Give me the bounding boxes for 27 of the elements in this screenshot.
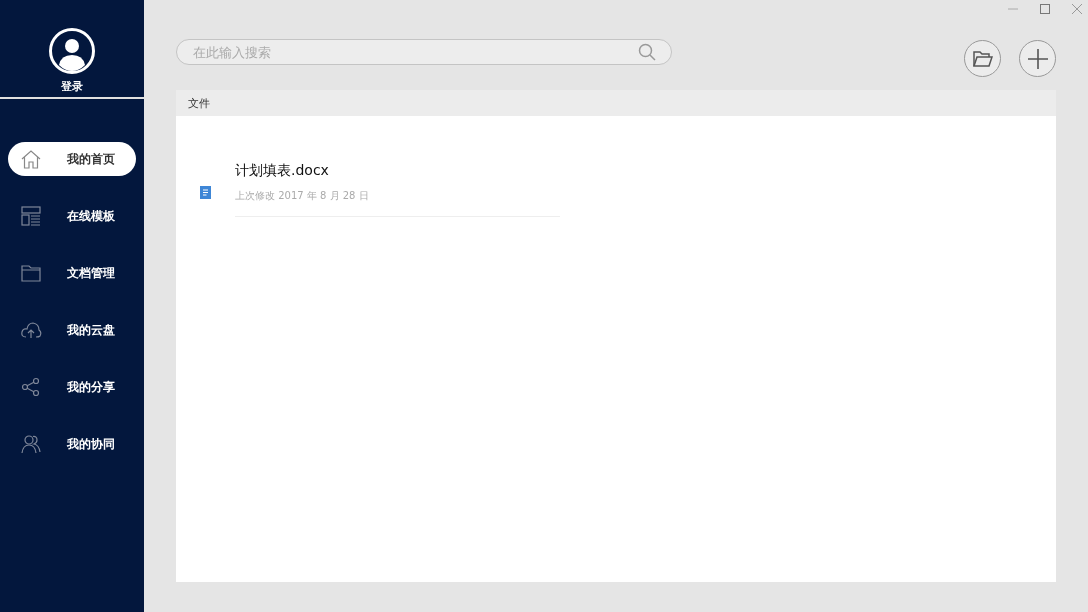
file-name: 计划填表.docx — [235, 162, 330, 180]
folder-icon — [972, 49, 993, 68]
users-icon — [20, 433, 42, 455]
share-icon — [20, 376, 42, 398]
home-icon — [20, 148, 42, 170]
login-link[interactable]: 登录 — [61, 79, 83, 94]
file-item[interactable]: 计划填表.docx 上次修改 2017 年 8 月 28 日 — [200, 162, 560, 217]
nav-item[interactable]: 我的首页 — [8, 142, 136, 176]
document-icon — [200, 186, 211, 199]
search-icon — [638, 43, 656, 61]
open-folder-button[interactable] — [964, 40, 1001, 77]
add-button[interactable] — [1019, 40, 1056, 77]
file-modified-date: 上次修改 2017 年 8 月 28 日 — [235, 189, 370, 203]
nav-item[interactable]: 在线模板 — [8, 199, 136, 233]
close-icon[interactable] — [1072, 4, 1082, 14]
nav-item[interactable]: 我的协同 — [8, 427, 136, 461]
nav-item[interactable]: 我的分享 — [8, 370, 136, 404]
layout-icon — [20, 205, 42, 227]
nav-item[interactable]: 我的云盘 — [8, 313, 136, 347]
cloud-upload-icon — [20, 319, 42, 341]
maximize-icon[interactable] — [1040, 4, 1050, 14]
folder-icon — [20, 262, 42, 284]
plus-icon — [1027, 48, 1048, 69]
search-field[interactable]: 在此输入搜索 — [176, 39, 672, 65]
avatar-icon[interactable] — [49, 28, 95, 74]
nav-item[interactable]: 文档管理 — [8, 256, 136, 290]
panel-title: 文件 — [188, 95, 210, 111]
